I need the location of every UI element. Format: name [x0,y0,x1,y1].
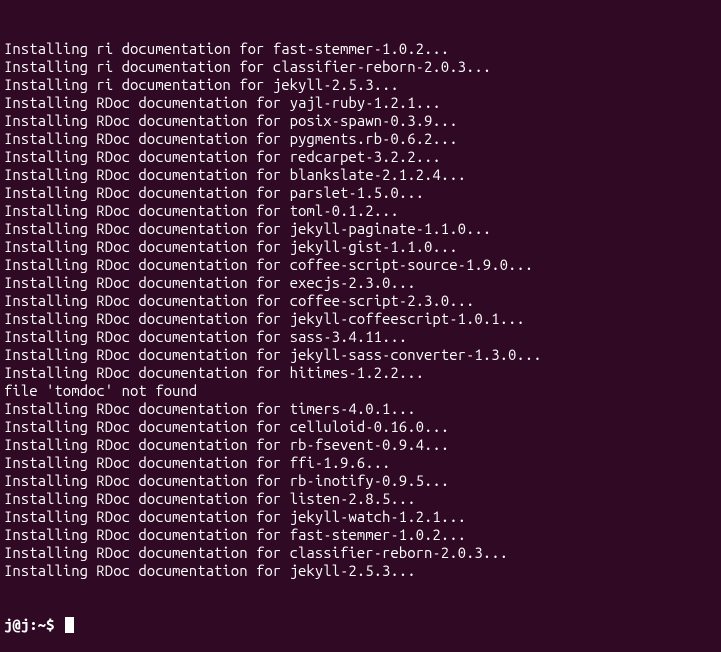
output-line: Installing RDoc documentation for timers… [4,400,717,418]
output-line: Installing ri documentation for fast-ste… [4,40,717,58]
output-line: Installing RDoc documentation for jekyll… [4,220,717,238]
output-line: Installing RDoc documentation for posix-… [4,112,717,130]
output-line: Installing RDoc documentation for hitime… [4,364,717,382]
output-line: Installing RDoc documentation for pygmen… [4,130,717,148]
output-line: file 'tomdoc' not found [4,382,717,400]
output-line: Installing ri documentation for jekyll-2… [4,76,717,94]
prompt-line[interactable]: j@j:~$ [4,616,717,634]
output-line: Installing RDoc documentation for toml-0… [4,202,717,220]
output-line: Installing RDoc documentation for jekyll… [4,346,717,364]
output-line: Installing RDoc documentation for listen… [4,490,717,508]
output-line: Installing RDoc documentation for coffee… [4,292,717,310]
output-line: Installing RDoc documentation for fast-s… [4,526,717,544]
output-line: Installing RDoc documentation for rb-ino… [4,472,717,490]
output-line: Installing RDoc documentation for ffi-1.… [4,454,717,472]
output-line: Installing RDoc documentation for parsle… [4,184,717,202]
terminal-output[interactable]: Installing ri documentation for fast-ste… [4,4,717,652]
output-line: Installing RDoc documentation for jekyll… [4,310,717,328]
output-line: Installing RDoc documentation for execjs… [4,274,717,292]
output-line: Installing RDoc documentation for blanks… [4,166,717,184]
output-line: Installing RDoc documentation for classi… [4,544,717,562]
output-line: Installing RDoc documentation for sass-3… [4,328,717,346]
output-line: Installing RDoc documentation for cellul… [4,418,717,436]
output-line: Installing RDoc documentation for yajl-r… [4,94,717,112]
output-line: Installing RDoc documentation for redcar… [4,148,717,166]
output-line: Installing ri documentation for classifi… [4,58,717,76]
output-line: Installing RDoc documentation for rb-fse… [4,436,717,454]
output-line: Installing RDoc documentation for jekyll… [4,238,717,256]
output-line: Installing RDoc documentation for jekyll… [4,508,717,526]
cursor-icon [65,617,74,633]
shell-prompt: j@j:~$ [4,616,63,634]
output-line: Installing RDoc documentation for coffee… [4,256,717,274]
